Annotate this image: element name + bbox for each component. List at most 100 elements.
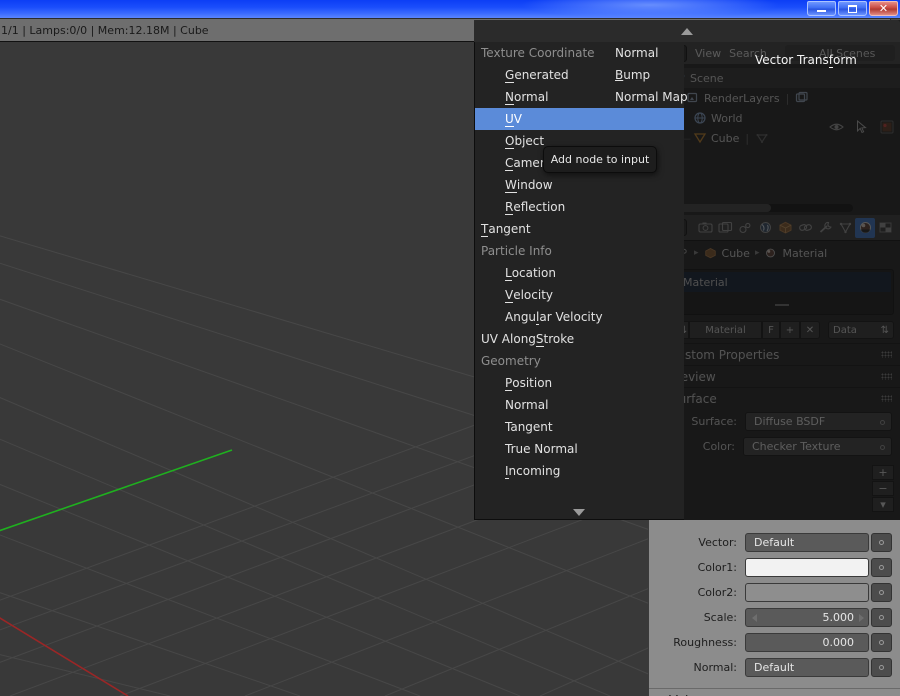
properties-tab-scene[interactable]: [735, 218, 755, 238]
add-material-slot-button[interactable]: +: [872, 465, 894, 480]
menu-item-tangent[interactable]: Tangent: [475, 218, 684, 240]
properties-tab-object[interactable]: [775, 218, 795, 238]
mesh-icon: [693, 133, 707, 144]
field-color2-swatch[interactable]: [745, 583, 869, 602]
properties-tab-render[interactable]: [695, 218, 715, 238]
panel-grip-icon[interactable]: [881, 351, 892, 358]
increment-icon[interactable]: [859, 614, 864, 622]
world-icon: [694, 112, 706, 124]
field-roughness-slider[interactable]: 0.000: [745, 633, 869, 652]
mesh-data-icon[interactable]: [755, 131, 769, 145]
menu-item-true-normal[interactable]: True Normal: [475, 438, 684, 460]
properties-tab-world[interactable]: [755, 218, 775, 238]
menu-item-reflection[interactable]: Reflection: [475, 196, 684, 218]
field-color2-socket-button[interactable]: [871, 583, 892, 602]
menu-item-incoming[interactable]: Incoming: [475, 460, 684, 482]
field-scale-socket-button[interactable]: [871, 608, 892, 627]
field-normal-value[interactable]: Default: [745, 658, 869, 677]
field-vector-socket-button[interactable]: [871, 533, 892, 552]
remove-material-slot-button[interactable]: −: [872, 481, 894, 496]
field-color1-swatch[interactable]: [745, 558, 869, 577]
breadcrumb-object[interactable]: Cube: [722, 247, 750, 260]
menu-item-position[interactable]: Position: [475, 372, 684, 394]
decrement-icon[interactable]: [752, 614, 757, 622]
field-surface: Surface: Diffuse BSDF: [649, 409, 900, 434]
chain-icon: [798, 224, 812, 231]
field-roughness-socket-button[interactable]: [871, 633, 892, 652]
cursor-icon[interactable]: [856, 120, 868, 134]
unlink-material-button[interactable]: ✕: [800, 321, 820, 339]
field-normal-socket-button[interactable]: [871, 658, 892, 677]
titlebar-glow: [520, 0, 780, 18]
sphere-icon: [859, 222, 871, 233]
menu-item-bump[interactable]: Bump: [615, 64, 700, 86]
slot-side-buttons: + − ▾: [872, 465, 894, 513]
menu-item-angular-velocity[interactable]: Angu l ar Velocity: [475, 306, 684, 328]
menu-item-particle-info: Particle Info: [481, 244, 552, 258]
vector-transform-label: Vector Transform: [755, 53, 857, 68]
properties-tab-data[interactable]: [835, 218, 855, 238]
renderlayers-stack-icon[interactable]: [795, 91, 809, 105]
field-surface-value[interactable]: Diffuse BSDF: [745, 412, 892, 431]
socket-icon: [879, 615, 884, 620]
status-text: 1/1 | Lamps:0/0 | Mem:12.18M | Cube: [1, 23, 209, 37]
field-color1-socket-button[interactable]: [871, 558, 892, 577]
chevron-down-icon: [573, 508, 585, 516]
panel-custom-properties-label: Custom Properties: [669, 347, 780, 362]
render-icon[interactable]: [880, 120, 894, 134]
new-material-button[interactable]: +: [780, 321, 800, 339]
socket-icon: [880, 445, 885, 450]
menu-item-window[interactable]: Window: [475, 174, 684, 196]
add-node-menu[interactable]: Texture Coordinate Generated Normal U V Objec…: [474, 42, 684, 520]
eye-icon[interactable]: [829, 121, 844, 133]
field-color-value[interactable]: Checker Texture: [743, 437, 892, 456]
material-slot-row[interactable]: Material: [658, 272, 891, 292]
properties-tab-texture[interactable]: [875, 218, 895, 238]
menu-scroll-up[interactable]: [474, 20, 900, 42]
list-resize-grip[interactable]: [774, 304, 789, 306]
menu-item-location[interactable]: Location: [475, 262, 684, 284]
material-name-field[interactable]: Material: [689, 321, 762, 339]
menu-item-normal[interactable]: Normal: [615, 42, 700, 64]
properties-tab-material[interactable]: [855, 217, 875, 238]
panel-grip-icon[interactable]: [881, 395, 892, 402]
blender-window: ✕ 1/1 | Lamps:0/0 | Mem:12.18M | Cube Vi…: [0, 0, 900, 696]
slot-specials-button[interactable]: ▾: [872, 497, 894, 512]
chevron-updown-icon: ⇅: [880, 324, 889, 336]
fake-user-button[interactable]: F: [762, 321, 780, 339]
field-color: − Color: Checker Texture: [649, 434, 900, 459]
properties-tab-modifiers[interactable]: [815, 218, 835, 238]
properties-tab-constraints[interactable]: [795, 218, 815, 238]
field-scale: Scale: 5.000: [649, 605, 900, 630]
panel-volume[interactable]: Volume: [649, 688, 900, 696]
panel-surface[interactable]: Surface: [649, 387, 900, 409]
close-button[interactable]: ✕: [869, 1, 898, 16]
field-vector-value[interactable]: Default: [745, 533, 869, 552]
menu-item-normal[interactable]: Normal: [475, 394, 684, 416]
menu-item-normal-map[interactable]: Normal Map: [615, 86, 700, 108]
material-link-selector[interactable]: Data ⇅: [828, 321, 894, 339]
panel-grip-icon[interactable]: [881, 373, 892, 380]
field-roughness-value: 0.000: [822, 636, 855, 649]
tooltip-text: Add node to input: [550, 153, 650, 166]
menu-item-velocity[interactable]: Velocity: [475, 284, 684, 306]
field-surface-text: Diffuse BSDF: [754, 415, 826, 428]
properties-editor-lower[interactable]: Vector: Default Color1: Color2: Scale: 5…: [648, 520, 900, 696]
minimize-button[interactable]: [807, 1, 836, 16]
material-slot-list[interactable]: Material ⊕: [655, 269, 894, 315]
socket-icon: [879, 640, 884, 645]
scene-icon: [738, 222, 750, 234]
menu-item-uv-along-stroke[interactable]: UV Along Stroke: [475, 328, 684, 350]
socket-icon: [879, 540, 884, 545]
menu-column-secondary: Normal Bump Normal Map: [615, 42, 700, 112]
panel-custom-properties[interactable]: Custom Properties: [649, 343, 900, 365]
field-scale-slider[interactable]: 5.000: [745, 608, 869, 627]
panel-preview[interactable]: Preview: [649, 365, 900, 387]
outliner-label-renderlayers: RenderLayers: [704, 91, 780, 105]
menu-item-tangent[interactable]: Tangent: [475, 416, 684, 438]
breadcrumb-material[interactable]: Material: [782, 247, 827, 260]
maximize-button[interactable]: [838, 1, 867, 16]
properties-tab-render-layers[interactable]: [715, 218, 735, 238]
menu-scroll-down[interactable]: [474, 504, 684, 520]
material-icon: [766, 248, 776, 258]
